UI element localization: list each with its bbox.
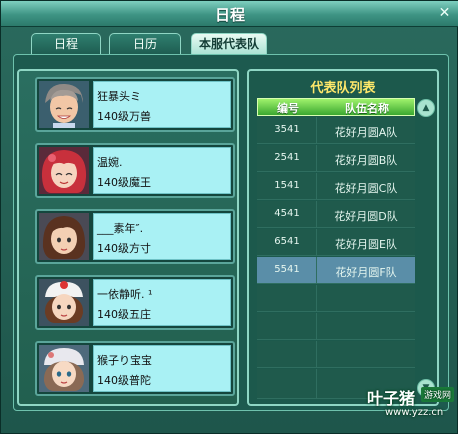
member-info: 温婉. 140级魔王 — [93, 147, 231, 194]
team-name: 花好月圆B队 — [334, 154, 398, 167]
table-row[interactable]: 3541 花好月圆A队 — [257, 117, 415, 144]
avatar — [39, 213, 89, 260]
col-number-header: 编号 — [277, 102, 299, 115]
member-info: 狂暴头ミ 140级万兽 — [93, 81, 231, 128]
col-team-header: 队伍名称 — [345, 102, 389, 115]
empty-row — [257, 285, 415, 312]
watermark-brand: 叶子猪 — [367, 389, 416, 408]
title-bar[interactable]: 日程 ✕ — [1, 1, 458, 27]
table-row[interactable]: 6541 花好月圆E队 — [257, 229, 415, 256]
team-number: 3541 — [274, 124, 300, 135]
team-number: 5541 — [274, 264, 300, 275]
team-list-panel: 代表队列表 编号 队伍名称 3541 花好月圆A队 2541 花好月圆B队 15… — [247, 69, 439, 406]
watermark-logo: 叶子猪 游戏网 www.yzz.cn — [367, 385, 457, 431]
tab-server-team[interactable]: 本服代表队 — [191, 33, 267, 55]
team-name: 花好月圆A队 — [334, 126, 398, 139]
member-card[interactable]: 温婉. 140级魔王 — [35, 143, 235, 198]
member-info: 猴子り宝宝 140级普陀 — [93, 345, 231, 392]
team-name: 花好月圆E队 — [335, 238, 397, 251]
team-list-title: 代表队列表 — [310, 81, 376, 96]
member-level: 140级方寸 — [97, 242, 151, 255]
team-number: 1541 — [274, 180, 300, 191]
empty-row — [257, 313, 415, 340]
member-level: 140级魔王 — [97, 176, 151, 189]
member-card[interactable]: 猴子り宝宝 140级普陀 — [35, 341, 235, 396]
tab-calendar[interactable]: 日历 — [109, 33, 181, 54]
avatar — [39, 279, 89, 326]
team-name: 花好月圆C队 — [334, 182, 398, 195]
member-level: 140级五庄 — [97, 308, 151, 321]
avatar — [39, 147, 89, 194]
member-card[interactable]: 一依静听. ¹ 140级五庄 — [35, 275, 235, 330]
team-number: 6541 — [274, 236, 300, 247]
team-name: 花好月圆F队 — [335, 266, 397, 279]
table-row-selected[interactable]: 5541 花好月圆F队 — [257, 257, 415, 284]
member-info: ___素年″. 140级方寸 — [93, 213, 231, 260]
member-level: 140级万兽 — [97, 110, 151, 123]
empty-row — [257, 341, 415, 368]
member-card[interactable]: ___素年″. 140级方寸 — [35, 209, 235, 264]
scrollbar[interactable]: ▲ ▼ — [417, 99, 435, 397]
member-name: 狂暴头ミ — [97, 90, 141, 103]
member-name: 猴子り宝宝 — [97, 354, 152, 367]
member-name: 温婉. — [97, 156, 123, 169]
team-table-header: 编号 队伍名称 — [257, 98, 415, 116]
schedule-window: 日程 ✕ 日程 日历 本服代表队 狂暴头ミ 140级万兽 温婉. 140级魔王 … — [0, 0, 458, 434]
window-title: 日程 — [214, 6, 245, 24]
member-name: ___素年″. — [97, 222, 144, 235]
avatar — [39, 345, 89, 392]
watermark-url: www.yzz.cn — [385, 407, 444, 418]
table-row[interactable]: 1541 花好月圆C队 — [257, 173, 415, 200]
tab-schedule[interactable]: 日程 — [31, 33, 101, 54]
table-row[interactable]: 2541 花好月圆B队 — [257, 145, 415, 172]
close-icon[interactable]: ✕ — [436, 5, 453, 22]
team-number: 2541 — [274, 152, 300, 163]
team-name: 花好月圆D队 — [334, 210, 398, 223]
member-info: 一依静听. ¹ 140级五庄 — [93, 279, 231, 326]
table-row[interactable]: 4541 花好月圆D队 — [257, 201, 415, 228]
team-number: 4541 — [274, 208, 300, 219]
member-panel: 狂暴头ミ 140级万兽 温婉. 140级魔王 ___素年″. 140级方寸 一依… — [17, 69, 239, 406]
avatar — [39, 81, 89, 128]
member-card[interactable]: 狂暴头ミ 140级万兽 — [35, 77, 235, 132]
member-name: 一依静听. ¹ — [97, 288, 153, 301]
scroll-up-icon[interactable]: ▲ — [417, 99, 435, 117]
member-level: 140级普陀 — [97, 374, 151, 387]
watermark-badge: 游戏网 — [421, 387, 455, 402]
